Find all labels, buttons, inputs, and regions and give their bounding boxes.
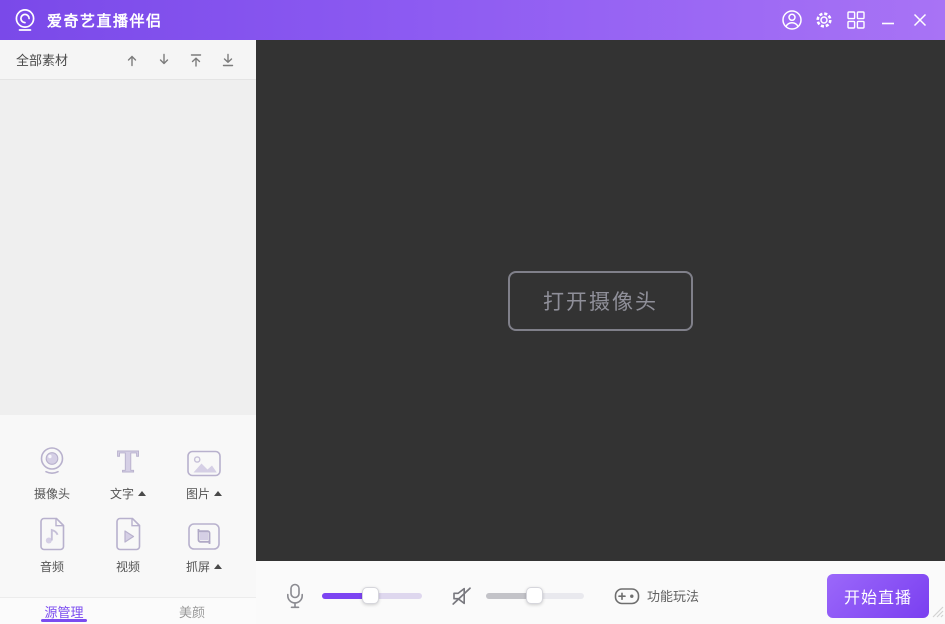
minimize-button[interactable] <box>873 5 903 35</box>
arrow-to-top-icon <box>188 52 204 68</box>
add-audio-source-button[interactable]: 音频 <box>14 512 90 575</box>
submenu-arrow-icon <box>214 491 222 496</box>
features-label: 功能玩法 <box>647 586 699 605</box>
materials-list <box>0 80 256 415</box>
app-title: 爱奇艺直播伴侣 <box>47 10 775 31</box>
source-label: 图片 <box>186 485 210 502</box>
gear-icon <box>814 10 834 30</box>
move-to-top-button[interactable] <box>180 45 212 75</box>
camera-preview-area: 打开摄像头 <box>256 40 945 561</box>
speaker-slider-thumb[interactable] <box>526 587 543 604</box>
arrow-down-icon <box>156 52 172 68</box>
tab-source-management[interactable]: 源管理 <box>0 598 128 624</box>
open-camera-button[interactable]: 打开摄像头 <box>508 271 693 331</box>
microphone-toggle-button[interactable] <box>284 582 306 610</box>
sidebar: 全部素材 <box>0 40 256 624</box>
submenu-arrow-icon <box>138 491 146 496</box>
add-video-source-button[interactable]: 视频 <box>90 512 166 575</box>
mic-slider-thumb[interactable] <box>362 587 379 604</box>
text-icon: T <box>111 439 145 479</box>
close-button[interactable] <box>905 5 935 35</box>
tab-label: 美颜 <box>179 602 205 621</box>
move-down-button[interactable] <box>148 45 180 75</box>
start-live-button[interactable]: 开始直播 <box>827 574 929 618</box>
titlebar: 爱奇艺直播伴侣 <box>0 0 945 40</box>
sidebar-header: 全部素材 <box>0 40 256 80</box>
user-account-button[interactable] <box>777 5 807 35</box>
tab-beauty[interactable]: 美颜 <box>128 598 256 624</box>
bottom-control-bar: 功能玩法 开始直播 <box>256 561 945 624</box>
apps-grid-icon <box>847 11 865 29</box>
microphone-icon <box>284 582 306 610</box>
add-camera-source-button[interactable]: 摄像头 <box>14 439 90 502</box>
svg-text:T: T <box>117 445 139 479</box>
audio-file-icon <box>36 512 68 552</box>
speaker-mute-toggle-button[interactable] <box>450 584 474 608</box>
gamepad-icon <box>614 586 640 606</box>
minimize-icon <box>881 13 895 27</box>
video-file-icon <box>112 512 144 552</box>
resize-grip-icon <box>930 604 944 618</box>
source-panel: 摄像头 T 文字 <box>0 415 256 597</box>
tab-label: 源管理 <box>44 602 83 621</box>
close-icon <box>913 13 927 27</box>
settings-button[interactable] <box>809 5 839 35</box>
user-icon <box>781 9 803 31</box>
source-label: 摄像头 <box>34 485 70 502</box>
workspace: 全部素材 <box>0 40 945 624</box>
features-button[interactable]: 功能玩法 <box>614 586 699 606</box>
add-screen-capture-source-button[interactable]: 抓屏 <box>166 512 242 575</box>
mic-volume-slider[interactable] <box>322 593 422 599</box>
source-label: 视频 <box>116 558 140 575</box>
resize-grip[interactable] <box>930 604 944 623</box>
materials-title: 全部素材 <box>16 50 116 69</box>
image-icon <box>186 439 222 479</box>
speaker-volume-slider[interactable] <box>486 593 584 599</box>
move-up-button[interactable] <box>116 45 148 75</box>
add-text-source-button[interactable]: T 文字 <box>90 439 166 502</box>
main-area: 打开摄像头 <box>256 40 945 624</box>
arrow-up-icon <box>124 52 140 68</box>
submenu-arrow-icon <box>214 564 222 569</box>
speaker-muted-icon <box>450 584 474 608</box>
arrow-to-bottom-icon <box>220 52 236 68</box>
apps-grid-button[interactable] <box>841 5 871 35</box>
sidebar-tabs: 源管理 美颜 <box>0 597 256 624</box>
screen-capture-icon <box>187 512 221 552</box>
webcam-icon <box>34 439 70 479</box>
source-label: 文字 <box>110 485 134 502</box>
app-logo-icon <box>12 7 38 33</box>
move-to-bottom-button[interactable] <box>212 45 244 75</box>
source-label: 抓屏 <box>186 558 210 575</box>
source-label: 音频 <box>40 558 64 575</box>
add-image-source-button[interactable]: 图片 <box>166 439 242 502</box>
